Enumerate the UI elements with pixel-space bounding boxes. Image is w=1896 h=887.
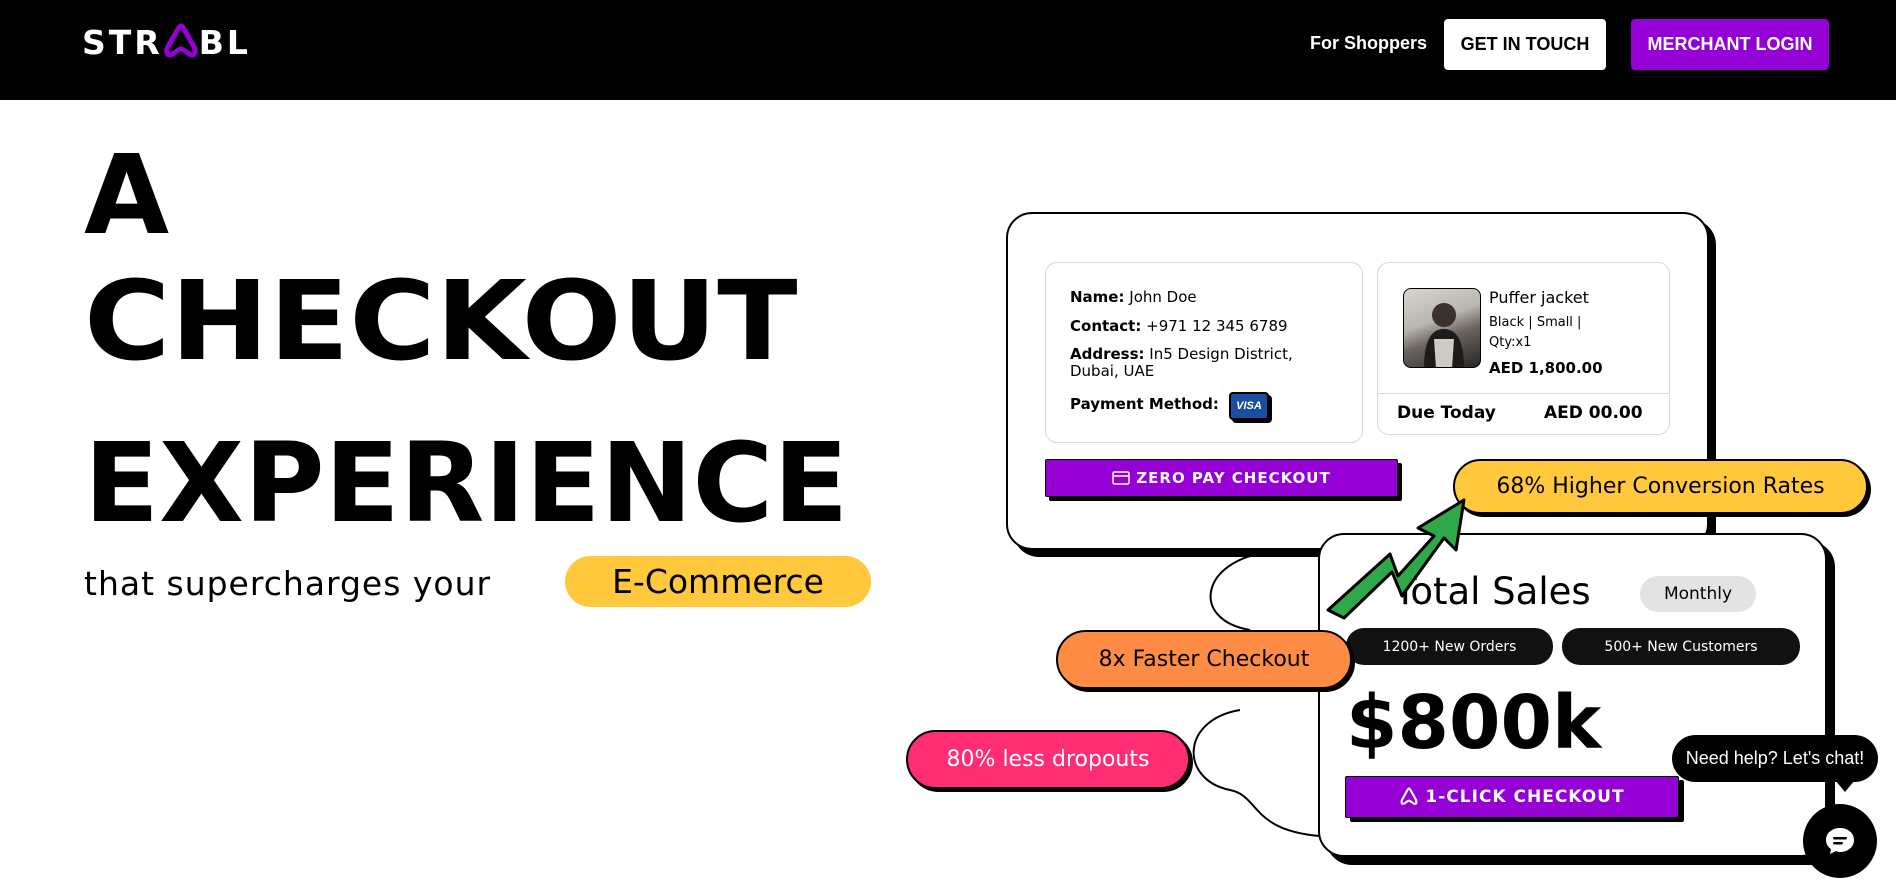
chat-launcher-button[interactable]	[1803, 804, 1877, 878]
strabl-logo[interactable]: STR BL	[82, 22, 251, 62]
customer-contact-row: Contact: +971 12 345 6789	[1070, 317, 1288, 335]
chat-bubble-tail	[1835, 780, 1855, 792]
product-price: AED 1,800.00	[1489, 359, 1603, 377]
due-divider	[1377, 393, 1670, 394]
due-today-value: AED 00.00	[1544, 403, 1643, 423]
name-value: John Doe	[1129, 288, 1197, 306]
address-value-2: Dubai, UAE	[1070, 362, 1155, 380]
due-today-label: Due Today	[1397, 403, 1496, 423]
address-value-1: In5 Design District,	[1149, 345, 1293, 363]
payment-method-label: Payment Method:	[1070, 395, 1219, 413]
less-dropouts-badge: 80% less dropouts	[906, 730, 1190, 789]
connector-line	[1192, 549, 1326, 837]
hero-headline-line-2: CHECKOUT	[84, 257, 798, 385]
ecommerce-highlight-pill: E-Commerce	[565, 556, 871, 607]
one-click-checkout-button[interactable]: 1-CLICK CHECKOUT	[1345, 776, 1679, 818]
conversion-rate-badge: 68% Higher Conversion Rates	[1453, 459, 1868, 514]
strabl-mark-icon	[1400, 787, 1418, 805]
logo-text-start: STR	[82, 22, 163, 62]
contact-label: Contact:	[1070, 317, 1142, 335]
total-sales-value: $800k	[1346, 680, 1602, 766]
address-label: Address:	[1070, 345, 1145, 363]
chat-icon	[1826, 828, 1854, 854]
product-meta-line-1: Black | Small |	[1489, 315, 1582, 330]
product-meta-line-2: Qty:x1	[1489, 335, 1532, 350]
new-customers-chip: 500+ New Customers	[1562, 628, 1800, 665]
new-orders-chip: 1200+ New Orders	[1346, 628, 1553, 665]
logo-text-end: BL	[198, 22, 251, 62]
logo-accent-icon	[164, 23, 198, 58]
contact-value: +971 12 345 6789	[1146, 317, 1288, 335]
customer-address-row: Address: In5 Design District, Dubai, UAE	[1070, 346, 1293, 380]
name-label: Name:	[1070, 288, 1125, 306]
merchant-login-button[interactable]: MERCHANT LOGIN	[1631, 19, 1829, 70]
product-meta: Black | Small | Qty:x1	[1489, 313, 1599, 353]
faster-checkout-badge: 8x Faster Checkout	[1056, 630, 1352, 689]
zero-pay-label: ZERO PAY CHECKOUT	[1136, 469, 1331, 487]
credit-card-icon	[1112, 471, 1131, 485]
product-title: Puffer jacket	[1489, 288, 1589, 307]
growth-arrow-icon	[1326, 498, 1466, 620]
hero-subtitle: that supercharges your	[84, 564, 492, 603]
one-click-label: 1-CLICK CHECKOUT	[1425, 787, 1625, 807]
get-in-touch-button[interactable]: GET IN TOUCH	[1444, 19, 1606, 70]
payment-method-row: Payment Method:	[1070, 395, 1219, 413]
top-navbar: STR BL For Shoppers GET IN TOUCH MERCHAN…	[0, 0, 1896, 100]
chat-prompt-bubble[interactable]: Need help? Let's chat!	[1672, 735, 1878, 782]
hero-headline-line-1: A	[84, 131, 170, 259]
hero-headline-line-3: EXPERIENCE	[84, 419, 849, 547]
product-image	[1403, 288, 1481, 368]
for-shoppers-link[interactable]: For Shoppers	[1310, 33, 1427, 54]
period-badge: Monthly	[1640, 576, 1756, 612]
visa-card-icon: VISA	[1229, 392, 1269, 420]
customer-name-row: Name: John Doe	[1070, 288, 1197, 306]
